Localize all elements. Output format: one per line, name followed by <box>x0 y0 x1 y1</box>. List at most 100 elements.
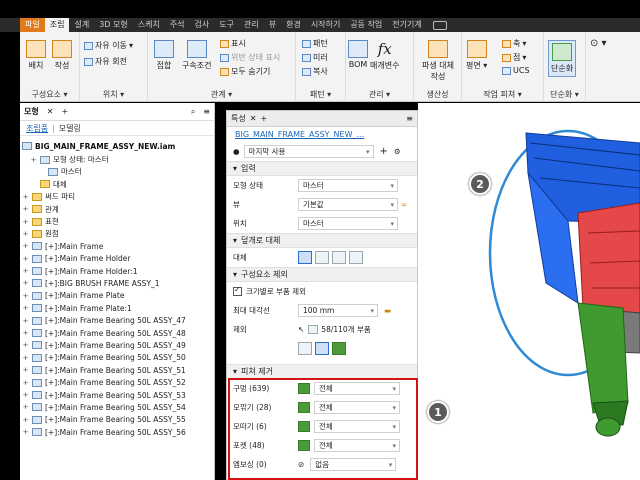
search-icon[interactable]: ⌕ <box>191 107 195 117</box>
panel-tab[interactable]: 특성 <box>231 113 246 124</box>
expand-icon[interactable]: + <box>22 193 29 201</box>
size-checkbox[interactable] <box>233 285 242 296</box>
tree-item[interactable]: + [+]:Main Frame Holder <box>22 253 212 265</box>
create-button[interactable]: 작성 <box>52 40 72 71</box>
tree-item[interactable]: + 원점 <box>22 228 212 240</box>
tab-assembly[interactable]: 조립품 <box>26 123 48 134</box>
constrain-button[interactable]: 구속조건 <box>182 40 211 71</box>
expand-icon[interactable]: + <box>22 416 29 424</box>
tree-item[interactable]: + [+]:Main Frame Bearing 50L ASSY_53 <box>22 389 212 401</box>
section-envelope[interactable]: ▾ 덮개로 대체 <box>227 233 417 248</box>
section-input[interactable]: ▾ 입력 <box>227 161 417 176</box>
expand-icon[interactable]: + <box>22 267 29 275</box>
preset-select[interactable]: 마지막 사용 <box>243 145 374 158</box>
tree-item[interactable]: + [+]:Main Frame Bearing 50L ASSY_55 <box>22 414 212 426</box>
ribbon-tab-2[interactable]: 조립 <box>44 18 70 32</box>
tree-item[interactable]: + 모형 상태: 마스터 <box>22 153 212 165</box>
settings-icon[interactable]: ⚙ <box>394 147 401 156</box>
point-button[interactable]: 점 ▾ <box>502 52 526 63</box>
hide-all-button[interactable]: 모두 숨기기 <box>220 66 270 77</box>
measure-icon[interactable]: ▬ <box>384 306 391 315</box>
ribbon-tab-11[interactable]: 환경 <box>281 18 306 32</box>
view-select[interactable]: 기본값 <box>298 198 398 211</box>
add-preset-icon[interactable]: + <box>380 146 388 157</box>
tree-item[interactable]: 대체 <box>22 178 212 190</box>
ribbon-tab-14[interactable]: 전기기계 <box>387 18 426 32</box>
ribbon-options-icon[interactable]: ⊙ ▾ <box>590 38 607 49</box>
tree-item[interactable]: + [+]:Main Frame Bearing 50L ASSY_51 <box>22 364 212 376</box>
ribbon-tab-13[interactable]: 공동 작업 <box>345 18 387 32</box>
tree-item[interactable]: + [+]:BIG BRUSH FRAME ASSY_1 <box>22 277 212 289</box>
tree-item[interactable]: + [+]:Main Frame Bearing 50L ASSY_54 <box>22 401 212 413</box>
graphics-viewport[interactable] <box>418 103 640 480</box>
expand-icon[interactable]: + <box>22 218 29 226</box>
derive-substitute-button[interactable]: 파생 대체 작성 <box>416 40 460 82</box>
cube-icon[interactable] <box>349 251 363 264</box>
tree-item[interactable]: + 표현 <box>22 215 212 227</box>
tree-item[interactable]: + [+]:Main Frame Bearing 50L ASSY_48 <box>22 327 212 339</box>
ribbon-tab-7[interactable]: 검사 <box>190 18 215 32</box>
position-select[interactable]: 마스터 <box>298 217 398 230</box>
ribbon-tab-8[interactable]: 도구 <box>214 18 239 32</box>
expand-icon[interactable]: + <box>22 391 29 399</box>
bom-button[interactable]: BOM <box>348 40 368 69</box>
ribbon-tab-9[interactable]: 관리 <box>239 18 264 32</box>
menu-icon[interactable]: ≡ <box>203 107 214 116</box>
tree-item[interactable]: + [+]:Main Frame Holder:1 <box>22 265 212 277</box>
link-icon[interactable]: ∞ <box>401 200 407 209</box>
tree-item[interactable]: + [+]:Main Frame Bearing 50L ASSY_50 <box>22 352 212 364</box>
section-remove-features[interactable]: ▾ 피쳐 제거 <box>227 364 417 379</box>
free-move-button[interactable]: 자유 이동 ▾ <box>84 40 133 51</box>
add-tab-icon[interactable]: + <box>61 107 68 116</box>
menu-icon[interactable]: ≡ <box>406 114 413 123</box>
expand-icon[interactable]: + <box>22 279 29 287</box>
file-link[interactable]: BIG_MAIN_FRAME_ASSY_NEW_... <box>227 127 417 142</box>
tree-item[interactable]: + [+]:Main Frame Bearing 50L ASSY_56 <box>22 426 212 438</box>
expand-icon[interactable]: + <box>22 317 29 325</box>
expand-icon[interactable]: + <box>22 242 29 250</box>
show-sick-button[interactable]: 위반 상태 표시 <box>220 52 280 63</box>
ribbon-tab-1[interactable]: 파일 <box>20 18 45 32</box>
ucs-button[interactable]: UCS <box>502 66 530 75</box>
tab-modeling[interactable]: 모델링 <box>59 123 81 134</box>
expand-icon[interactable]: + <box>22 403 29 411</box>
tab-model[interactable]: 모형 <box>24 106 39 117</box>
tree-item[interactable]: + [+]:Main Frame Bearing 50L ASSY_52 <box>22 376 212 388</box>
close-icon[interactable]: ✕ <box>47 107 54 116</box>
max-diag-input[interactable]: 100 mm <box>298 304 378 317</box>
place-button[interactable]: 배치 <box>26 40 46 71</box>
pattern-button[interactable]: 패턴 <box>302 38 328 49</box>
option-a-icon[interactable] <box>298 342 312 355</box>
expand-icon[interactable]: + <box>22 366 29 374</box>
ribbon-tab-12[interactable]: 시작하기 <box>306 18 345 32</box>
tree-root[interactable]: BIG_MAIN_FRAME_ASSY_NEW.iam <box>22 140 212 152</box>
params-button[interactable]: fx 매개변수 <box>370 40 399 71</box>
tree-item[interactable]: + [+]:Main Frame Plate <box>22 290 212 302</box>
tree-item[interactable]: + 관계 <box>22 203 212 215</box>
free-rotate-button[interactable]: 자유 회전 <box>84 56 127 67</box>
tree-item[interactable]: 마스터 <box>22 166 212 178</box>
tree-item[interactable]: + [+]:Main Frame Bearing 50L ASSY_49 <box>22 339 212 351</box>
copy-button[interactable]: 복사 <box>302 66 328 77</box>
none-icon[interactable] <box>298 251 312 264</box>
model-state-select[interactable]: 마스터 <box>298 179 398 192</box>
section-remove-components[interactable]: ▾ 구성요소 제외 <box>227 267 417 282</box>
tree-item[interactable]: + [+]:Main Frame Plate:1 <box>22 302 212 314</box>
expand-icon[interactable]: + <box>22 379 29 387</box>
expand-icon[interactable]: + <box>22 428 29 436</box>
show-button[interactable]: 표시 <box>220 38 246 49</box>
ribbon-tab-6[interactable]: 주석 <box>165 18 190 32</box>
expand-icon[interactable]: + <box>22 304 29 312</box>
cylinder-icon[interactable] <box>332 251 346 264</box>
select-cursor-icon[interactable]: ↖ <box>298 325 304 334</box>
expand-icon[interactable]: + <box>30 156 37 164</box>
expand-icon[interactable]: + <box>22 329 29 337</box>
ribbon-tab-5[interactable]: 스케치 <box>133 18 165 32</box>
tree-item[interactable]: + [+]:Main Frame Bearing 50L ASSY_47 <box>22 314 212 326</box>
close-icon[interactable]: ✕ <box>250 114 257 123</box>
tree-item[interactable]: + [+]:Main Frame <box>22 240 212 252</box>
ribbon-tab-4[interactable]: 3D 모형 <box>94 18 133 32</box>
ribbon-tab-3[interactable]: 설계 <box>69 18 94 32</box>
expand-icon[interactable]: + <box>22 292 29 300</box>
tab-options-icon[interactable] <box>432 20 447 30</box>
